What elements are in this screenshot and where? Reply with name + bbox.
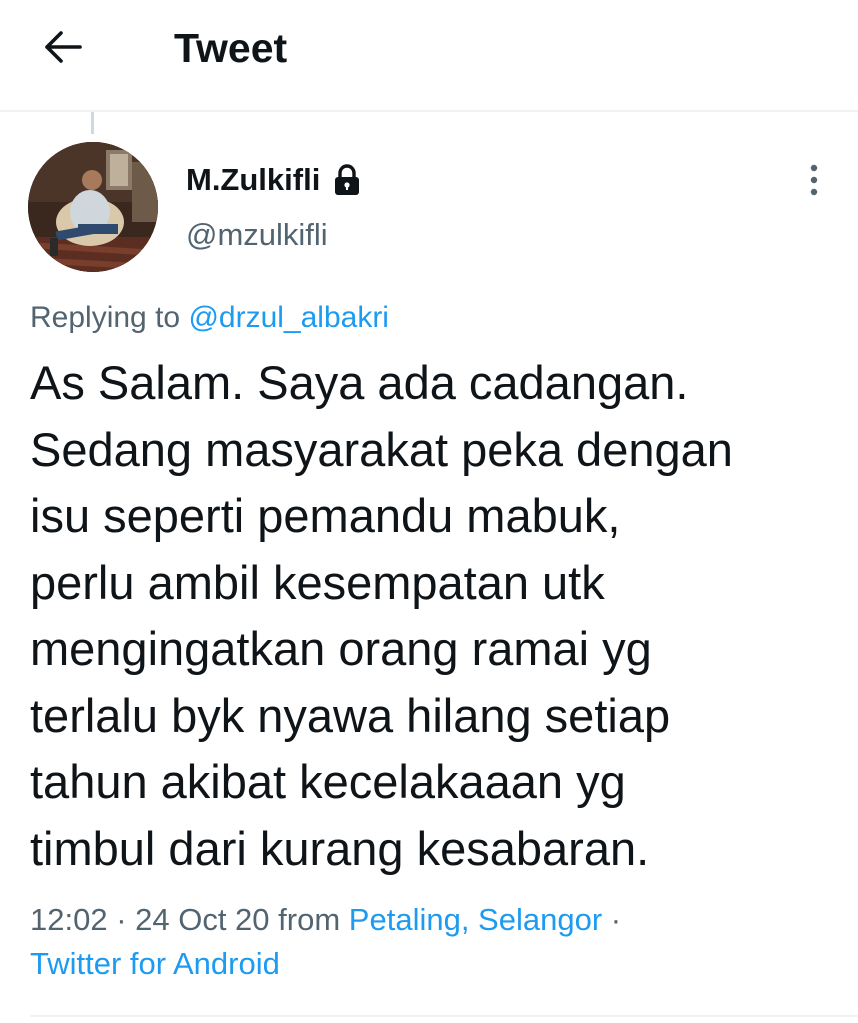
avatar-photo: [28, 142, 158, 272]
page-title: Tweet: [174, 25, 288, 71]
author-name[interactable]: M.Zulkifli: [186, 160, 362, 200]
more-options-button[interactable]: [798, 160, 830, 200]
replying-prefix: Replying to: [30, 301, 181, 334]
tweet-text-line: As Salam. Saya ada cadangan.: [30, 356, 689, 409]
thread-connector-line: [91, 112, 94, 134]
tweet-text-line: Sedang masyarakat peka dengan: [30, 422, 733, 476]
author-name-text: M.Zulkifli: [186, 162, 321, 197]
tweet-text-line: terlalu byk nyawa hilang setiap: [30, 688, 671, 742]
tweet-metadata-row: 12:02 · 24 Oct 20 from Petaling, Selango…: [30, 898, 840, 942]
tweet-text-line: isu seperti pemandu mabuk,: [30, 489, 621, 542]
replying-to: Replying to @drzul_albakri: [30, 298, 389, 338]
arrow-left-icon: [45, 31, 82, 63]
source-app-link[interactable]: Twitter for Android: [30, 942, 840, 986]
back-button[interactable]: [40, 24, 86, 70]
metadata-separator: ·: [610, 902, 622, 937]
more-vertical-icon: [810, 164, 818, 196]
bottom-divider: [30, 1015, 858, 1017]
tweet-text: As Salam. Saya ada cadangan. Sedang masy…: [30, 350, 840, 882]
from-label: from: [278, 902, 341, 937]
location-link[interactable]: Petaling, Selangor: [349, 902, 602, 937]
author-handle[interactable]: @mzulkifli: [186, 215, 328, 255]
replying-to-handle-link[interactable]: @drzul_albakri: [188, 301, 389, 334]
lock-icon: [335, 164, 360, 195]
tweet-text-line: perlu ambil kesempatan utk: [30, 555, 605, 609]
tweet-text-line: tahun akibat kecelakaaan yg: [30, 755, 626, 808]
header-divider: [0, 110, 858, 112]
tweet-text-line: timbul dari kurang kesabaran.: [30, 821, 650, 875]
tweet-metadata: 12:02 · 24 Oct 20 from Petaling, Selango…: [30, 898, 840, 986]
tweet-detail-page: Tweet M.Zulkifli @mzulkifli Replying to …: [0, 0, 858, 1023]
avatar[interactable]: [28, 142, 158, 272]
tweet-timestamp[interactable]: 12:02 · 24 Oct 20: [30, 902, 270, 937]
top-app-bar: Tweet: [0, 0, 858, 108]
tweet-text-line: mengingatkan orang ramai yg: [30, 622, 652, 675]
